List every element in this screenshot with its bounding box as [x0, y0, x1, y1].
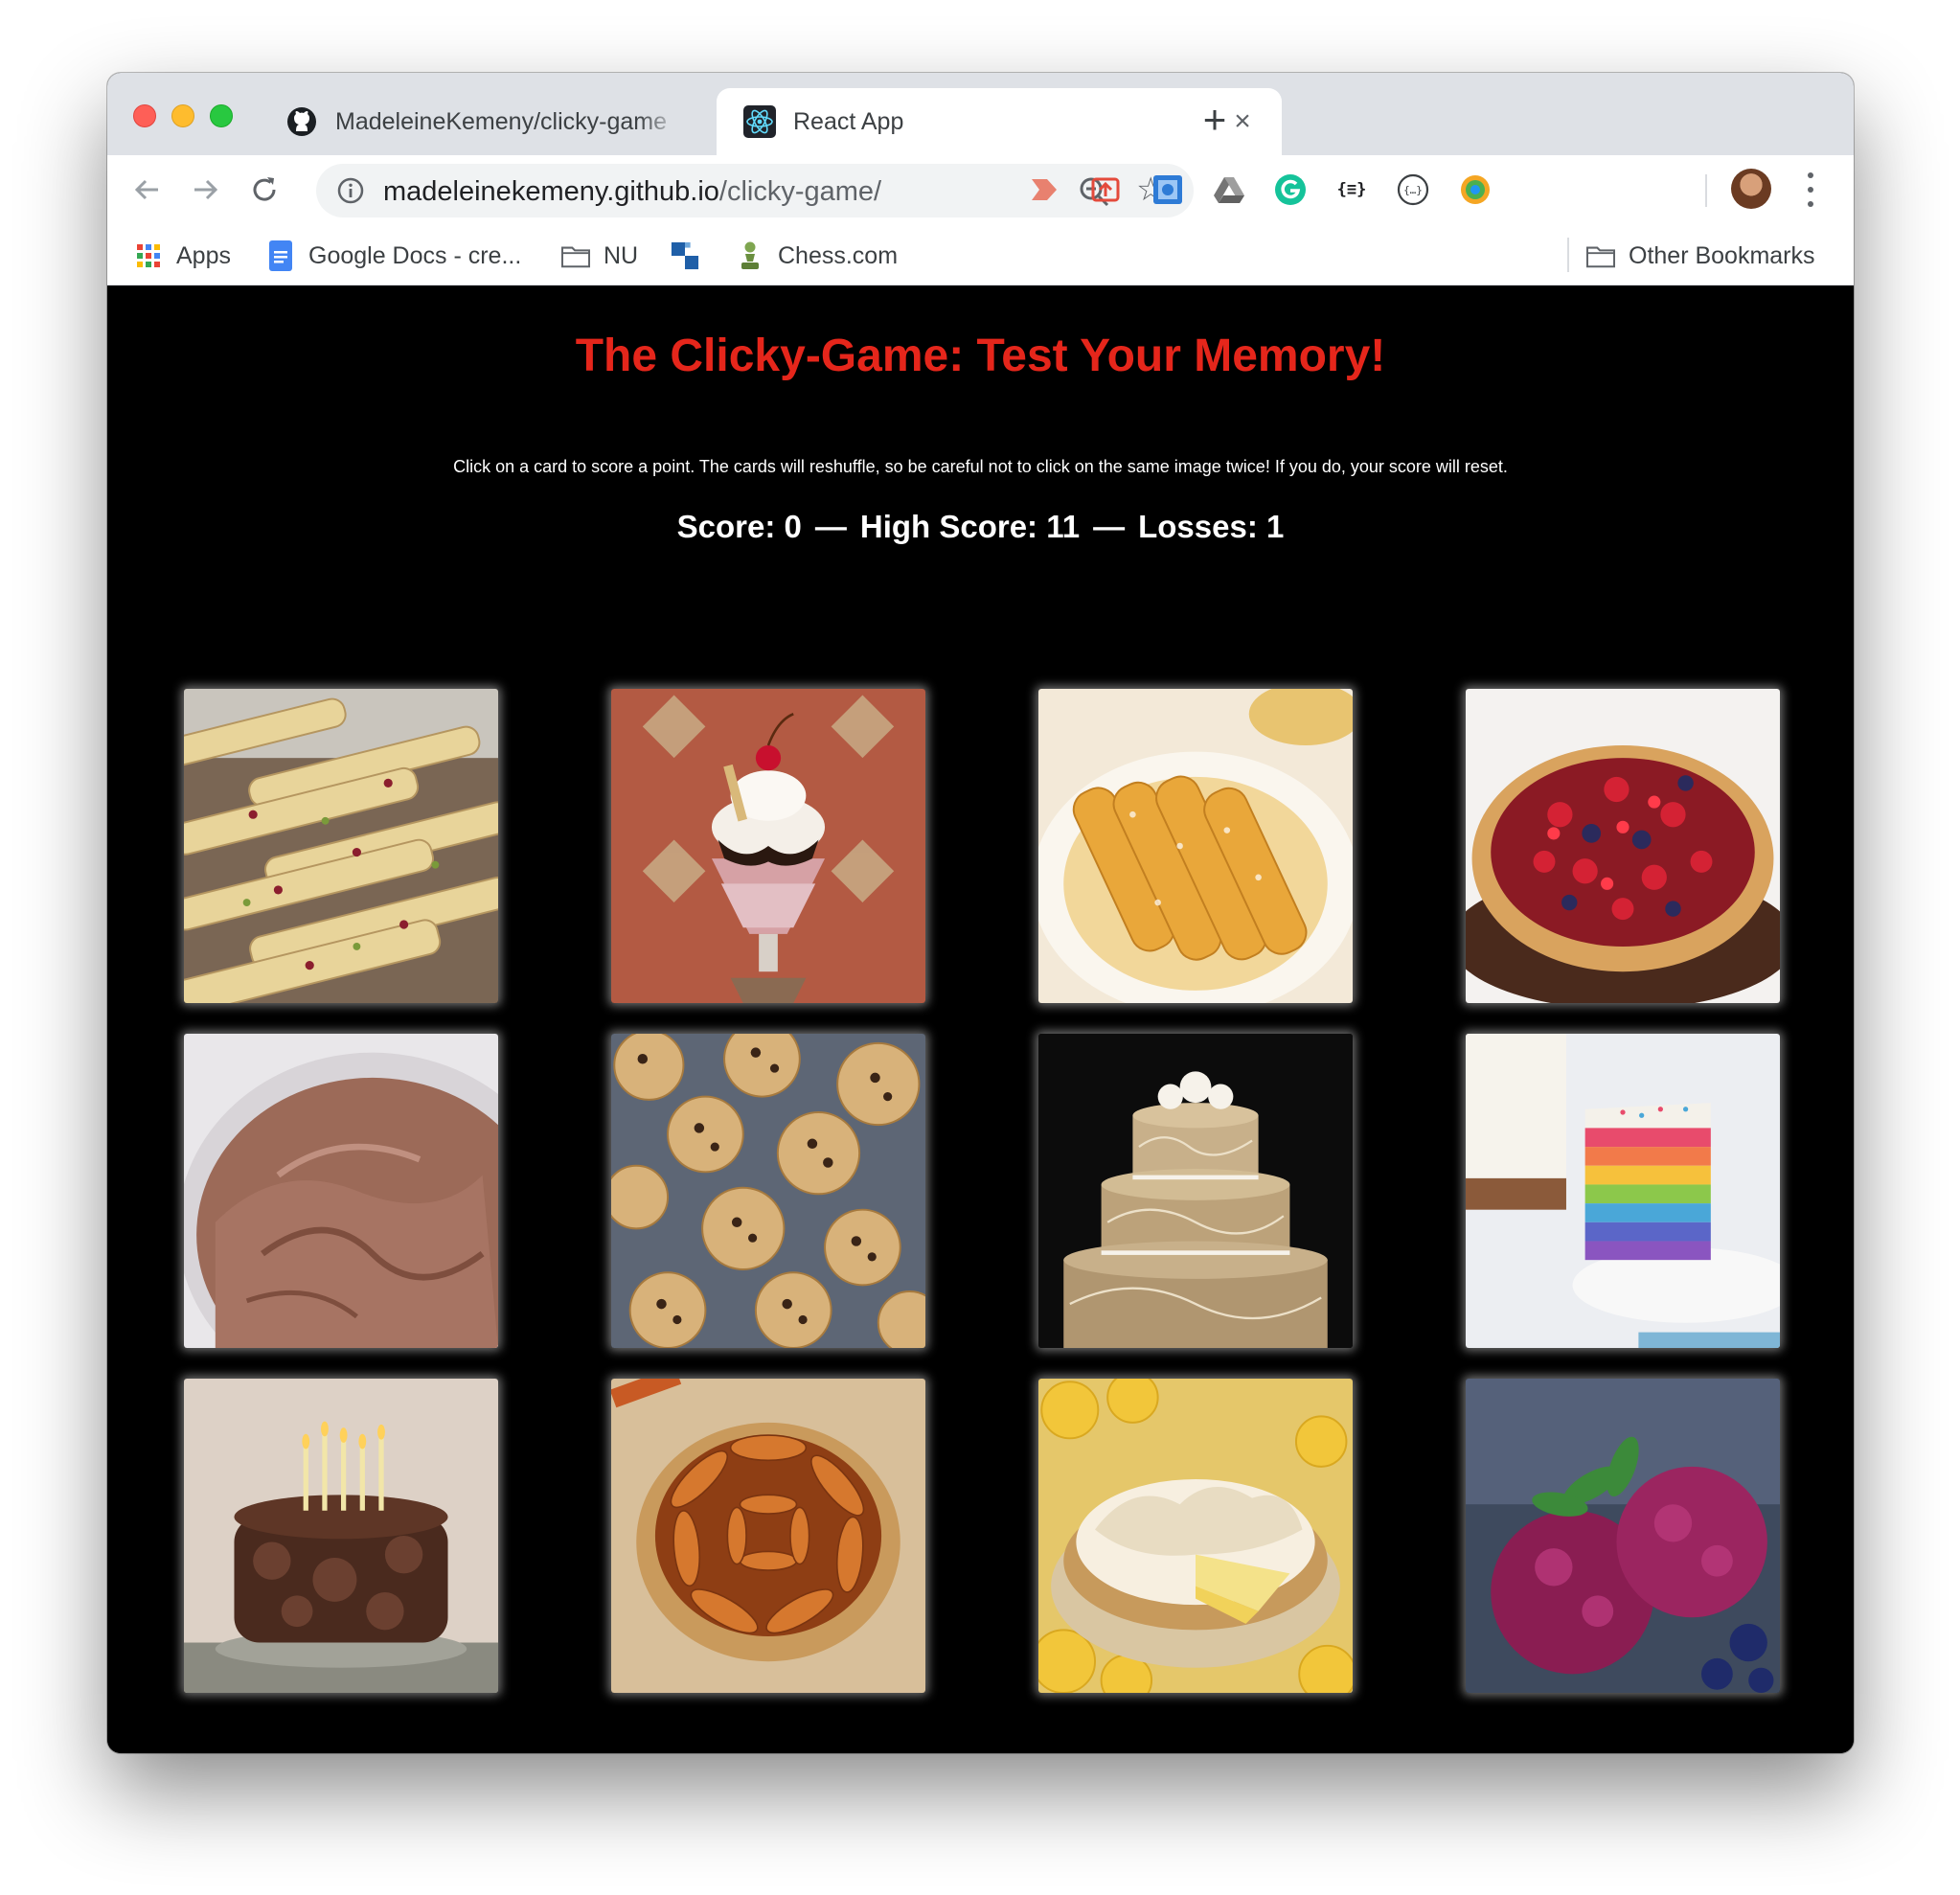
- folder-icon: [1586, 241, 1615, 270]
- card-crepes[interactable]: [1038, 689, 1353, 1003]
- score-value: Score: 0: [676, 509, 802, 544]
- bookmark-label: Google Docs - cre...: [308, 241, 522, 269]
- grammarly-icon[interactable]: [1273, 172, 1308, 207]
- other-bookmarks[interactable]: Other Bookmarks: [1586, 238, 1815, 274]
- site-info-icon[interactable]: [337, 177, 364, 204]
- card-berry-tart[interactable]: [1466, 689, 1780, 1003]
- profile-avatar[interactable]: [1731, 169, 1771, 209]
- json-viewer-icon[interactable]: {…}: [1396, 172, 1430, 207]
- svg-text:{…}: {…}: [1403, 184, 1423, 196]
- blue-squares-icon: [671, 241, 699, 270]
- scoreboard: Score: 0 — High Score: 11 — Losses: 1: [107, 509, 1854, 545]
- other-bookmarks-label: Other Bookmarks: [1629, 241, 1815, 269]
- tab-title: React App: [793, 107, 904, 135]
- apps-grid-icon: [134, 241, 163, 270]
- forward-arrow-icon: [194, 179, 218, 200]
- card-chocolate-frosting[interactable]: [184, 1034, 498, 1348]
- close-window-button[interactable]: [133, 104, 156, 127]
- card-chocolate-chip-cookies[interactable]: [611, 1034, 925, 1348]
- score-separator: —: [814, 509, 847, 544]
- url-host: madeleinekemeny.github.io: [383, 176, 719, 207]
- folder-icon: [561, 241, 590, 270]
- card-ice-cream-sundae[interactable]: [611, 689, 925, 1003]
- toolbar-divider: [1705, 174, 1707, 207]
- address-bar[interactable]: madeleinekemeny.github.io/clicky-game/ ☆: [316, 164, 1194, 217]
- score-separator: —: [1093, 509, 1126, 544]
- card-apple-tart[interactable]: [611, 1379, 925, 1693]
- reload-icon: [253, 177, 276, 201]
- bookmarks-divider: [1567, 238, 1569, 272]
- reload-button[interactable]: [243, 169, 285, 211]
- browser-menu-icon[interactable]: [1806, 172, 1815, 207]
- bookmark-chess[interactable]: Chess.com: [736, 238, 898, 274]
- minimize-window-button[interactable]: [171, 104, 194, 127]
- bookmark-label: Apps: [176, 241, 231, 269]
- page-title: The Clicky-Game: Test Your Memory!: [575, 331, 1386, 381]
- google-drive-icon[interactable]: [1212, 172, 1246, 207]
- chess-pawn-icon: [736, 241, 764, 270]
- cast-extension-icon[interactable]: [1027, 172, 1061, 207]
- browser-toolbar: madeleinekemeny.github.io/clicky-game/ ☆…: [107, 155, 1854, 226]
- bookmark-label: NU: [604, 241, 639, 269]
- colorpick-extension-icon[interactable]: [1458, 172, 1493, 207]
- screenshot-extension-icon[interactable]: [1151, 172, 1185, 207]
- url-text[interactable]: madeleinekemeny.github.io/clicky-game/: [383, 176, 881, 208]
- browser-window: MadeleineKemeny/clicky-game × React App …: [107, 73, 1854, 1753]
- bookmark-folder-nu[interactable]: NU: [561, 238, 638, 274]
- losses-value: Losses: 1: [1138, 509, 1285, 544]
- page-content: The Clicky-Game: Test Your Memory! Click…: [107, 285, 1854, 1753]
- instructions-text: Click on a card to score a point. The ca…: [453, 457, 1508, 476]
- bookmarks-bar: Apps Google Docs - cre... NU Chess.com O…: [107, 226, 1854, 285]
- card-wedding-cake[interactable]: [1038, 1034, 1353, 1348]
- react-icon: [743, 105, 776, 138]
- card-biscotti[interactable]: [184, 689, 498, 1003]
- bookmark-google-docs[interactable]: Google Docs - cre...: [266, 238, 521, 274]
- bookmark-apps[interactable]: Apps: [134, 238, 231, 274]
- high-score-value: High Score: 11: [859, 509, 1081, 544]
- json-formatter-icon[interactable]: {≡}: [1334, 172, 1369, 207]
- card-rainbow-cake[interactable]: [1466, 1034, 1780, 1348]
- github-icon: [285, 105, 318, 138]
- upload-extension-icon[interactable]: [1088, 172, 1123, 207]
- back-button[interactable]: [126, 169, 169, 211]
- card-lemon-meringue-pie[interactable]: [1038, 1379, 1353, 1693]
- maximize-window-button[interactable]: [210, 104, 233, 127]
- back-arrow-icon: [134, 179, 158, 200]
- bookmark-blue-squares[interactable]: [671, 238, 699, 274]
- forward-button[interactable]: [184, 169, 226, 211]
- card-chocolate-birthday-cake[interactable]: [184, 1379, 498, 1693]
- card-berry-sorbet[interactable]: [1466, 1379, 1780, 1693]
- url-path: /clicky-game/: [718, 176, 882, 207]
- tab-strip: MadeleineKemeny/clicky-game × React App …: [107, 73, 1854, 155]
- new-tab-button[interactable]: +: [1196, 100, 1234, 140]
- tab-title: MadeleineKemeny/clicky-game: [335, 107, 667, 135]
- bookmark-label: Chess.com: [778, 241, 899, 269]
- google-docs-icon: [266, 240, 295, 271]
